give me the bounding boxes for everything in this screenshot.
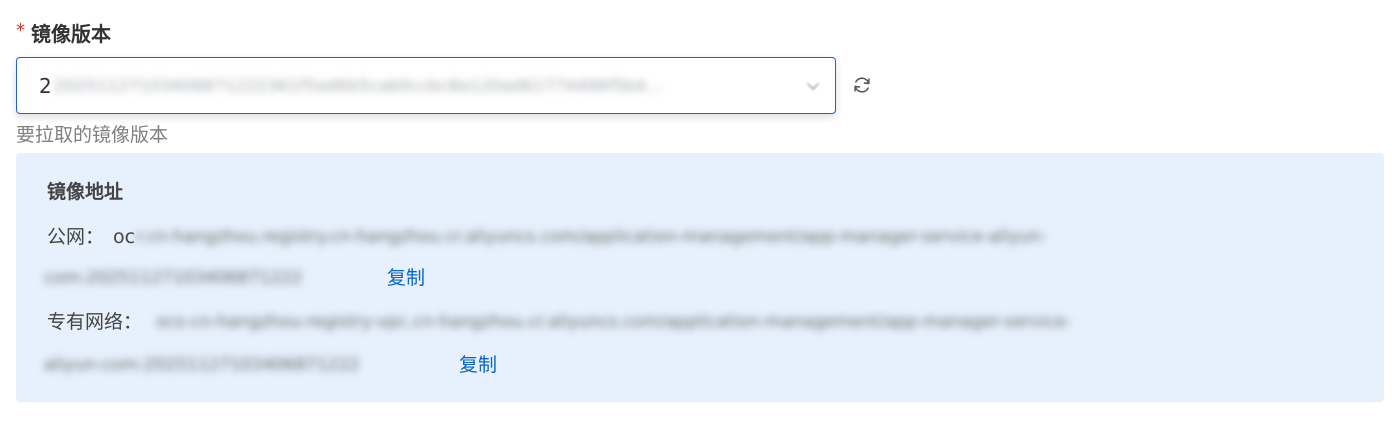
- public-address-line2: com:20251127103406871222: [44, 268, 303, 288]
- select-value: 20251127103406871222361f5ad6b5cab0ccbc8e…: [53, 76, 664, 95]
- vpc-address-line2: aliyun-com:20251127103406871222: [44, 355, 360, 375]
- refresh-icon: [851, 74, 873, 100]
- vpc-address-label: 专有网络：: [47, 311, 143, 333]
- image-version-form: * 镜像版本 2 20251127103406871222361f5ad6b5c…: [0, 0, 1392, 428]
- vpc-address-line1: ocs-cn-hangzhou-registry-vpc.cn-hangzhou…: [156, 312, 1072, 332]
- public-address-label: 公网：: [47, 226, 105, 248]
- field-label-text: 镜像版本: [31, 21, 111, 46]
- field-help-text: 要拉取的镜像版本: [16, 124, 169, 146]
- copy-public-address-link[interactable]: 复制: [387, 264, 425, 292]
- refresh-button[interactable]: [849, 74, 875, 100]
- field-label: * 镜像版本: [16, 18, 111, 46]
- copy-vpc-address-link[interactable]: 复制: [459, 351, 497, 379]
- panel-title: 镜像地址: [47, 181, 124, 203]
- image-address-panel: 镜像地址 公网： oc r.cn-hangzhou.registry.cn-ha…: [16, 153, 1384, 402]
- chevron-down-icon: [805, 78, 821, 94]
- required-mark: *: [16, 19, 25, 41]
- public-address-line1: r.cn-hangzhou.registry.cn-hangzhou.cr.al…: [136, 227, 1047, 247]
- image-version-select[interactable]: 2 20251127103406871222361f5ad6b5cab0ccbc…: [16, 57, 836, 114]
- select-value-prefix: 2: [39, 73, 52, 98]
- public-address-start: oc: [113, 226, 136, 248]
